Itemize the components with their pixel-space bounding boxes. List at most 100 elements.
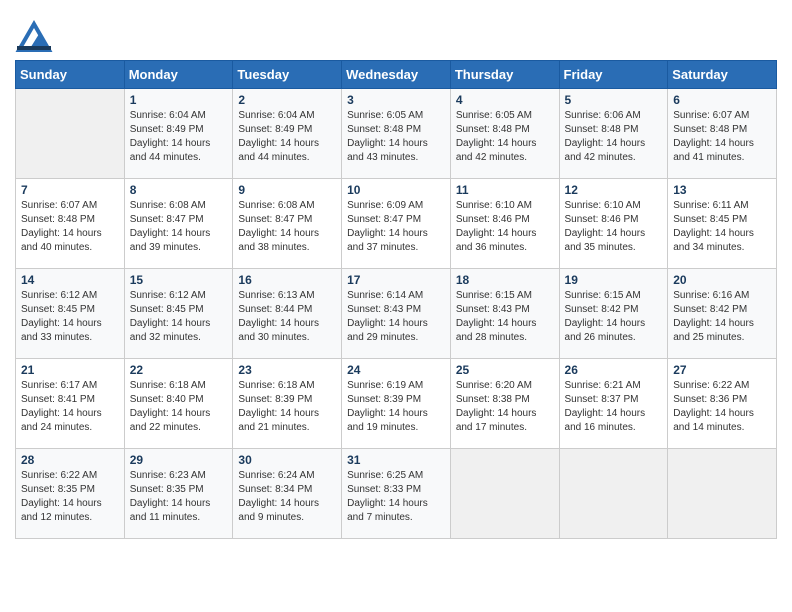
day-number: 2 [238,93,336,107]
day-info: Sunrise: 6:08 AM Sunset: 8:47 PM Dayligh… [130,199,228,255]
daylight-label: Daylight: 14 hours and 9 minutes. [238,498,319,523]
logo-icon [15,16,53,54]
daylight-label: Daylight: 14 hours and 37 minutes. [347,228,428,253]
calendar-cell: 30 Sunrise: 6:24 AM Sunset: 8:34 PM Dayl… [233,449,342,539]
sunset-label: Sunset: 8:37 PM [565,394,639,405]
day-info: Sunrise: 6:24 AM Sunset: 8:34 PM Dayligh… [238,469,336,525]
sunrise-label: Sunrise: 6:23 AM [130,470,206,481]
calendar-cell: 9 Sunrise: 6:08 AM Sunset: 8:47 PM Dayli… [233,179,342,269]
day-info: Sunrise: 6:05 AM Sunset: 8:48 PM Dayligh… [347,109,445,165]
day-info: Sunrise: 6:22 AM Sunset: 8:35 PM Dayligh… [21,469,119,525]
sunset-label: Sunset: 8:34 PM [238,484,312,495]
calendar-cell: 4 Sunrise: 6:05 AM Sunset: 8:48 PM Dayli… [450,89,559,179]
sunrise-label: Sunrise: 6:06 AM [565,110,641,121]
day-number: 11 [456,183,554,197]
daylight-label: Daylight: 14 hours and 34 minutes. [673,228,754,253]
sunset-label: Sunset: 8:48 PM [565,124,639,135]
sunset-label: Sunset: 8:48 PM [347,124,421,135]
day-info: Sunrise: 6:05 AM Sunset: 8:48 PM Dayligh… [456,109,554,165]
day-number: 17 [347,273,445,287]
sunset-label: Sunset: 8:47 PM [347,214,421,225]
calendar-cell: 14 Sunrise: 6:12 AM Sunset: 8:45 PM Dayl… [16,269,125,359]
sunrise-label: Sunrise: 6:08 AM [130,200,206,211]
calendar-cell: 31 Sunrise: 6:25 AM Sunset: 8:33 PM Dayl… [342,449,451,539]
daylight-label: Daylight: 14 hours and 21 minutes. [238,408,319,433]
sunset-label: Sunset: 8:39 PM [238,394,312,405]
day-number: 23 [238,363,336,377]
calendar-cell: 21 Sunrise: 6:17 AM Sunset: 8:41 PM Dayl… [16,359,125,449]
sunset-label: Sunset: 8:49 PM [238,124,312,135]
day-info: Sunrise: 6:18 AM Sunset: 8:40 PM Dayligh… [130,379,228,435]
day-info: Sunrise: 6:07 AM Sunset: 8:48 PM Dayligh… [673,109,771,165]
day-info: Sunrise: 6:25 AM Sunset: 8:33 PM Dayligh… [347,469,445,525]
calendar-cell: 18 Sunrise: 6:15 AM Sunset: 8:43 PM Dayl… [450,269,559,359]
sunrise-label: Sunrise: 6:25 AM [347,470,423,481]
daylight-label: Daylight: 14 hours and 38 minutes. [238,228,319,253]
daylight-label: Daylight: 14 hours and 16 minutes. [565,408,646,433]
sunrise-label: Sunrise: 6:22 AM [21,470,97,481]
calendar-cell: 5 Sunrise: 6:06 AM Sunset: 8:48 PM Dayli… [559,89,668,179]
day-number: 13 [673,183,771,197]
daylight-label: Daylight: 14 hours and 19 minutes. [347,408,428,433]
weekday-header-sunday: Sunday [16,61,125,89]
calendar-cell: 19 Sunrise: 6:15 AM Sunset: 8:42 PM Dayl… [559,269,668,359]
daylight-label: Daylight: 14 hours and 39 minutes. [130,228,211,253]
sunrise-label: Sunrise: 6:21 AM [565,380,641,391]
sunset-label: Sunset: 8:48 PM [21,214,95,225]
sunrise-label: Sunrise: 6:22 AM [673,380,749,391]
day-info: Sunrise: 6:04 AM Sunset: 8:49 PM Dayligh… [130,109,228,165]
day-number: 12 [565,183,663,197]
calendar-cell: 10 Sunrise: 6:09 AM Sunset: 8:47 PM Dayl… [342,179,451,269]
calendar-cell: 16 Sunrise: 6:13 AM Sunset: 8:44 PM Dayl… [233,269,342,359]
calendar-cell: 27 Sunrise: 6:22 AM Sunset: 8:36 PM Dayl… [668,359,777,449]
day-info: Sunrise: 6:19 AM Sunset: 8:39 PM Dayligh… [347,379,445,435]
day-number: 30 [238,453,336,467]
calendar-cell [559,449,668,539]
sunrise-label: Sunrise: 6:09 AM [347,200,423,211]
sunrise-label: Sunrise: 6:18 AM [130,380,206,391]
calendar-cell: 2 Sunrise: 6:04 AM Sunset: 8:49 PM Dayli… [233,89,342,179]
day-number: 16 [238,273,336,287]
day-number: 28 [21,453,119,467]
day-info: Sunrise: 6:17 AM Sunset: 8:41 PM Dayligh… [21,379,119,435]
calendar-cell: 29 Sunrise: 6:23 AM Sunset: 8:35 PM Dayl… [124,449,233,539]
day-info: Sunrise: 6:13 AM Sunset: 8:44 PM Dayligh… [238,289,336,345]
calendar-cell: 25 Sunrise: 6:20 AM Sunset: 8:38 PM Dayl… [450,359,559,449]
daylight-label: Daylight: 14 hours and 24 minutes. [21,408,102,433]
sunset-label: Sunset: 8:45 PM [21,304,95,315]
day-info: Sunrise: 6:15 AM Sunset: 8:42 PM Dayligh… [565,289,663,345]
weekday-header-monday: Monday [124,61,233,89]
sunset-label: Sunset: 8:39 PM [347,394,421,405]
sunrise-label: Sunrise: 6:05 AM [456,110,532,121]
calendar-week-row: 28 Sunrise: 6:22 AM Sunset: 8:35 PM Dayl… [16,449,777,539]
daylight-label: Daylight: 14 hours and 28 minutes. [456,318,537,343]
calendar-cell [450,449,559,539]
day-number: 3 [347,93,445,107]
day-number: 26 [565,363,663,377]
day-info: Sunrise: 6:07 AM Sunset: 8:48 PM Dayligh… [21,199,119,255]
day-number: 7 [21,183,119,197]
sunrise-label: Sunrise: 6:24 AM [238,470,314,481]
calendar-cell: 7 Sunrise: 6:07 AM Sunset: 8:48 PM Dayli… [16,179,125,269]
day-number: 9 [238,183,336,197]
sunset-label: Sunset: 8:35 PM [21,484,95,495]
calendar-cell: 3 Sunrise: 6:05 AM Sunset: 8:48 PM Dayli… [342,89,451,179]
day-info: Sunrise: 6:12 AM Sunset: 8:45 PM Dayligh… [21,289,119,345]
daylight-label: Daylight: 14 hours and 12 minutes. [21,498,102,523]
sunrise-label: Sunrise: 6:04 AM [238,110,314,121]
sunrise-label: Sunrise: 6:07 AM [21,200,97,211]
weekday-header-saturday: Saturday [668,61,777,89]
calendar-week-row: 7 Sunrise: 6:07 AM Sunset: 8:48 PM Dayli… [16,179,777,269]
day-info: Sunrise: 6:18 AM Sunset: 8:39 PM Dayligh… [238,379,336,435]
daylight-label: Daylight: 14 hours and 30 minutes. [238,318,319,343]
day-number: 8 [130,183,228,197]
sunset-label: Sunset: 8:41 PM [21,394,95,405]
sunset-label: Sunset: 8:48 PM [673,124,747,135]
day-number: 25 [456,363,554,377]
day-info: Sunrise: 6:06 AM Sunset: 8:48 PM Dayligh… [565,109,663,165]
sunrise-label: Sunrise: 6:05 AM [347,110,423,121]
day-number: 10 [347,183,445,197]
sunrise-label: Sunrise: 6:08 AM [238,200,314,211]
calendar-cell: 23 Sunrise: 6:18 AM Sunset: 8:39 PM Dayl… [233,359,342,449]
weekday-header-tuesday: Tuesday [233,61,342,89]
